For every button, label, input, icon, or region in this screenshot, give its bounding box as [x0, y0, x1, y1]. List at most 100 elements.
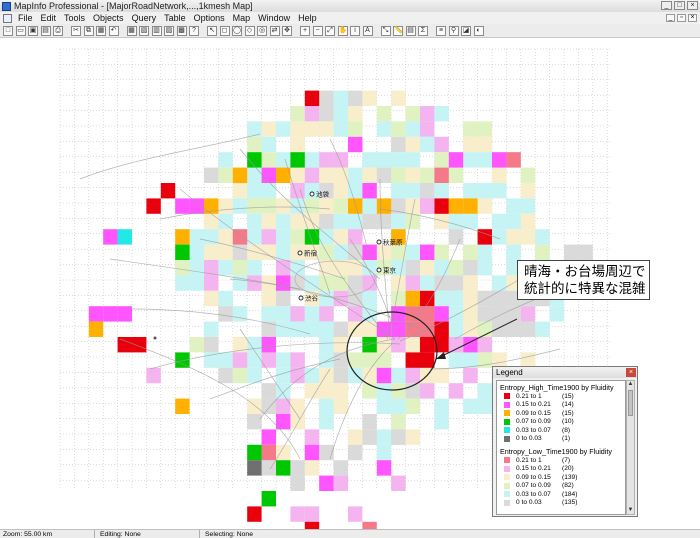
mesh-cell: [448, 383, 464, 399]
redistrict-tool-icon[interactable]: ▩: [176, 26, 187, 36]
legend-tool-icon[interactable]: ▤: [405, 26, 416, 36]
mesh-cell: [276, 367, 291, 384]
highlight-cell: [117, 229, 132, 245]
map-document-icon[interactable]: [3, 13, 12, 23]
grabber-tool-icon[interactable]: ✥: [282, 26, 292, 36]
legend-row: 0.21 to 1 (15): [497, 392, 625, 401]
mesh-cell: [290, 136, 305, 153]
mesh-cell: [189, 229, 204, 245]
mesh-cell: [477, 260, 492, 276]
boundary-tool-icon[interactable]: ◎: [257, 26, 267, 36]
mesh-cell: [376, 213, 392, 230]
menu-query[interactable]: Query: [128, 12, 161, 24]
doc-minimize-icon[interactable]: _: [666, 14, 675, 22]
mesh-cell: [520, 306, 536, 322]
hotlink-tool-icon[interactable]: ⚲: [448, 26, 459, 36]
mesh-cell: [261, 306, 276, 322]
menu-help[interactable]: Help: [294, 12, 321, 24]
mesh-cell: [218, 244, 233, 260]
mesh-cell: [362, 152, 377, 168]
mesh-cell: [492, 167, 507, 183]
marquee-tool-icon[interactable]: ◻: [219, 26, 230, 36]
mesh-cell: [434, 414, 449, 430]
mesh-cell: [290, 244, 305, 260]
mesh-cell: [189, 275, 204, 291]
statistics-tool-icon[interactable]: Σ: [418, 26, 428, 36]
graph-tool-icon[interactable]: ▥: [151, 26, 162, 36]
legend-row: 0.09 to 0.15 (139): [497, 473, 625, 482]
change-view-tool-icon[interactable]: ⤢: [325, 26, 335, 36]
map-tool-icon[interactable]: ▧: [139, 26, 149, 36]
mesh-cell: [189, 337, 204, 353]
legend-range: 0 to 0.03: [516, 499, 542, 507]
legend-window[interactable]: Legend × Entropy_High_Time1900 by Fluidi…: [492, 366, 638, 517]
copy-tool-icon[interactable]: ⧉: [83, 26, 94, 36]
legend-scrollbar[interactable]: ▲ ▼: [626, 380, 635, 515]
scroll-down-icon[interactable]: ▼: [627, 507, 634, 514]
mesh-cell: [376, 398, 392, 414]
open-tool-icon[interactable]: ▭: [15, 26, 26, 36]
mesh-cell: [232, 367, 248, 384]
layout-tool-icon[interactable]: ▨: [164, 26, 174, 36]
scroll-thumb[interactable]: [628, 390, 633, 416]
pan-tool-icon[interactable]: ✋: [337, 26, 348, 36]
menu-table[interactable]: Table: [160, 12, 190, 24]
mesh-cell: [376, 167, 392, 183]
doc-restore-icon[interactable]: ▫: [677, 14, 686, 22]
mesh-cell: [304, 429, 320, 445]
mesh-cell: [247, 398, 262, 414]
doc-close-icon[interactable]: ×: [688, 14, 697, 22]
menu-options[interactable]: Options: [190, 12, 229, 24]
legend-close-icon[interactable]: ×: [626, 368, 636, 377]
paste-tool-icon[interactable]: ▦: [96, 26, 106, 36]
cut-tool-icon[interactable]: ✂: [71, 26, 81, 36]
help-tool-icon[interactable]: ?: [189, 26, 199, 36]
minimize-icon[interactable]: _: [661, 1, 672, 10]
radius-tool-icon[interactable]: ◯: [232, 26, 242, 36]
mesh-cell: [247, 198, 262, 214]
maximize-icon[interactable]: □: [674, 1, 685, 10]
window-title: MapInfo Professional - [MajorRoadNetwork…: [14, 1, 253, 11]
menu-window[interactable]: Window: [254, 12, 294, 24]
legend-count: (7): [562, 456, 571, 464]
new-tool-icon[interactable]: □: [3, 26, 13, 36]
polygon-tool-icon[interactable]: ◇: [244, 26, 255, 36]
zoom-out-tool-icon[interactable]: −: [312, 26, 323, 36]
close-icon[interactable]: ×: [687, 1, 698, 10]
mesh-cell: [319, 444, 334, 461]
invert-tool-icon[interactable]: ⇄: [269, 26, 280, 36]
clip-tool-icon[interactable]: ◪: [461, 26, 471, 36]
print-tool-icon[interactable]: ⎙: [53, 26, 63, 36]
menu-file[interactable]: File: [14, 12, 37, 24]
mesh-cell: [261, 321, 276, 337]
save-copy-tool-icon[interactable]: ▤: [40, 26, 51, 36]
mesh-cell: [189, 260, 204, 276]
show-hide-tool-icon[interactable]: ◐: [473, 26, 484, 36]
mesh-cell: [405, 244, 420, 260]
mesh-cell: [405, 213, 420, 230]
mesh-cell: [348, 367, 363, 384]
select-tool-icon[interactable]: ↖: [207, 26, 217, 36]
drag-window-tool-icon[interactable]: ⤡: [380, 26, 391, 36]
browser-tool-icon[interactable]: ▦: [126, 26, 137, 36]
zoom-in-tool-icon[interactable]: +: [300, 26, 310, 36]
label-tool-icon[interactable]: A: [362, 26, 373, 36]
legend-title-bar[interactable]: Legend ×: [493, 367, 637, 378]
menu-tools[interactable]: Tools: [60, 12, 89, 24]
callout-line-2: 統計的に特異な混雑: [524, 281, 646, 296]
mesh-cell: [319, 152, 334, 168]
mesh-cell: [448, 290, 464, 307]
highlight-cell: [175, 398, 190, 414]
layer-control-tool-icon[interactable]: ≡: [436, 26, 446, 36]
mesh-cell: [333, 321, 348, 337]
menu-map[interactable]: Map: [229, 12, 255, 24]
legend-range: 0.07 to 0.09: [516, 418, 551, 426]
undo-tool-icon[interactable]: ↶: [108, 26, 119, 36]
info-tool-icon[interactable]: i: [350, 26, 360, 36]
ruler-tool-icon[interactable]: 📏: [393, 26, 403, 36]
save-tool-icon[interactable]: ▣: [28, 26, 38, 36]
menu-edit[interactable]: Edit: [37, 12, 61, 24]
mesh-cell: [247, 136, 262, 153]
menu-objects[interactable]: Objects: [89, 12, 128, 24]
scroll-up-icon[interactable]: ▲: [627, 381, 634, 388]
